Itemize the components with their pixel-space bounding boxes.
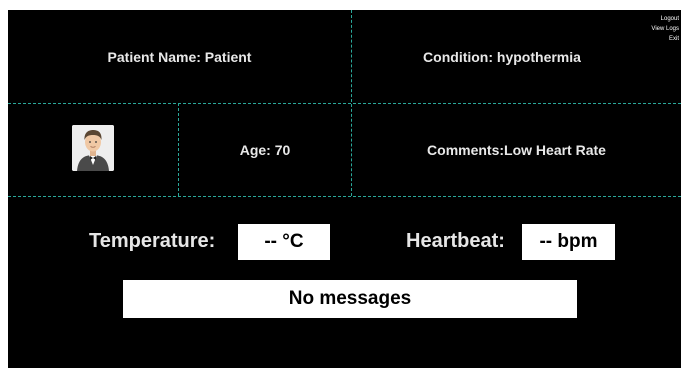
logout-link[interactable]: Logout <box>639 14 679 24</box>
grid-line-bottom <box>8 196 681 197</box>
patient-age: Age: 70 <box>239 142 291 158</box>
temperature-label: Temperature: <box>89 230 216 252</box>
patient-name: Patient Name: Patient <box>107 48 252 65</box>
messages-box: No messages <box>123 280 577 318</box>
patient-avatar-icon <box>72 125 114 171</box>
heartbeat-label: Heartbeat: <box>406 230 505 252</box>
top-right-menu: Logout View Logs Exit <box>639 14 679 44</box>
exit-link[interactable]: Exit <box>639 34 679 44</box>
heartbeat-value: -- bpm <box>522 224 615 260</box>
patient-comments: Comments:Low Heart Rate <box>427 142 606 158</box>
view-logs-link[interactable]: View Logs <box>639 24 679 34</box>
patient-condition: Condition: hypothermia <box>423 48 581 65</box>
patient-monitor-screen: Patient Name: Patient Condition: hypothe… <box>8 10 681 368</box>
temperature-value: -- °C <box>238 224 330 260</box>
